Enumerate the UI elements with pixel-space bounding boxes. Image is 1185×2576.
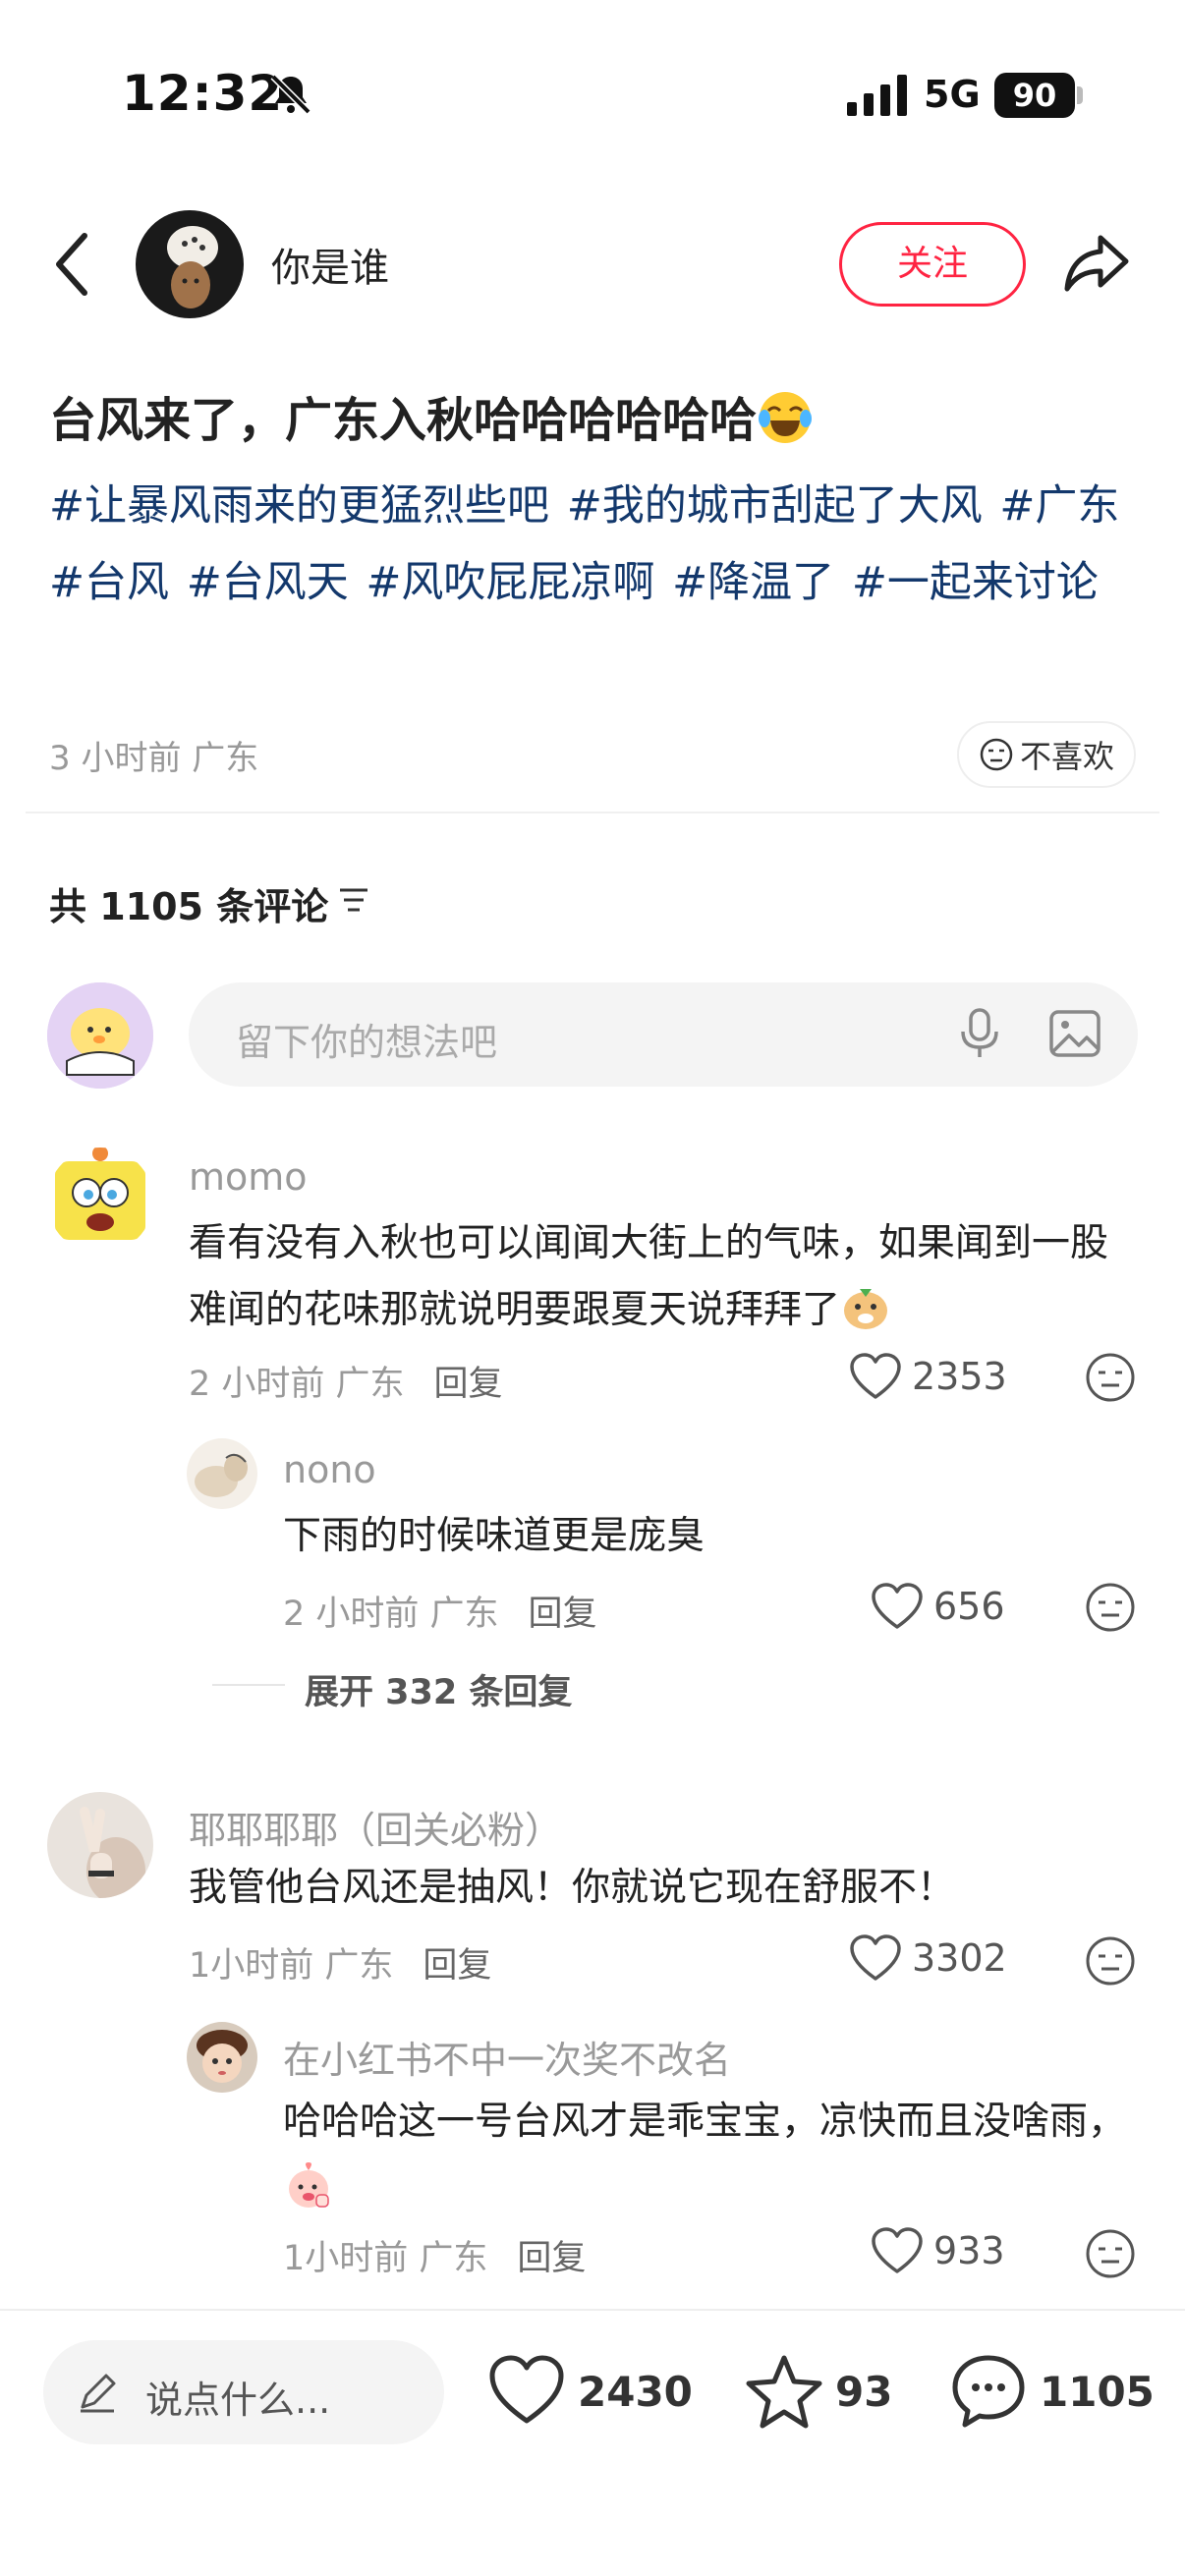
expand-divider	[212, 1684, 285, 1686]
heart-icon	[872, 1583, 923, 1629]
say-something-input[interactable]: 说点什么...	[43, 2340, 444, 2444]
reply-button[interactable]: 回复	[529, 1595, 597, 1634]
meh-face-icon	[980, 738, 1013, 771]
follow-button[interactable]: 关注	[839, 222, 1026, 307]
meh-face-icon[interactable]	[1085, 1352, 1136, 1403]
bottom-divider	[0, 2309, 1185, 2311]
like-count: 933	[933, 2229, 1005, 2272]
author-avatar[interactable]	[136, 210, 244, 318]
like-count: 656	[933, 1585, 1005, 1628]
pencil-icon	[81, 2374, 116, 2413]
post-like-button[interactable]: 2430	[487, 2352, 693, 2431]
reply-author[interactable]: 在小红书不中一次奖不改名	[283, 2030, 731, 2084]
comment-text: 看有没有入秋也可以闻闻大街上的气味，如果闻到一股难闻的花味那就说明要跟夏天说拜拜…	[189, 1210, 1142, 1344]
reply-text: 哈哈哈这一号台风才是乖宝宝，凉快而且没啥雨，	[283, 2089, 1138, 2222]
comment-meta: 2 小时前 广东 回复	[189, 1356, 503, 1406]
reply-author[interactable]: nono	[283, 1448, 376, 1491]
post-comment-button[interactable]: 1105	[949, 2352, 1155, 2431]
post-tags: #让暴风雨来的更猛烈些吧 #我的城市刮起了大风 #广东 #台风 #台风天 #风吹…	[49, 468, 1140, 621]
meh-face-icon[interactable]	[1085, 1935, 1136, 1987]
comment-time-location: 2 小时前 广东	[189, 1365, 405, 1404]
dislike-button[interactable]: 不喜欢	[957, 721, 1136, 788]
reply-text-body: 哈哈哈这一号台风才是乖宝宝，凉快而且没啥雨，	[283, 2100, 1127, 2144]
comment-author[interactable]: 耶耶耶耶（回关必粉）	[189, 1800, 562, 1854]
battery-icon: 90	[994, 73, 1075, 118]
post-like-count: 2430	[578, 2367, 693, 2416]
like-button[interactable]: 2353	[849, 1352, 1007, 1401]
heart-icon	[489, 2355, 564, 2424]
post-comment-count: 1105	[1040, 2367, 1155, 2416]
battery-tip	[1077, 86, 1083, 104]
tag-link[interactable]: #降温了	[672, 558, 834, 607]
meh-face-icon[interactable]	[1085, 1582, 1136, 1633]
meh-face-icon[interactable]	[1085, 2228, 1136, 2279]
status-time: 12:32	[122, 65, 284, 122]
post-title: 台风来了，广东入秋哈哈哈哈哈哈	[49, 381, 814, 450]
reply-avatar[interactable]	[187, 1438, 257, 1509]
reply-time-location: 1小时前 广东	[283, 2239, 488, 2278]
back-arrow-icon[interactable]	[51, 230, 92, 299]
peach-face-emoji-icon	[289, 2162, 329, 2208]
reply-meta: 1小时前 广东 回复	[283, 2230, 586, 2280]
like-count: 2353	[912, 1355, 1007, 1398]
like-button[interactable]: 3302	[849, 1933, 1007, 1983]
image-icon[interactable]	[1047, 1008, 1102, 1059]
post-collect-count: 93	[835, 2367, 893, 2416]
post-meta: 3 小时前 广东	[49, 739, 259, 778]
comment-meta: 1小时前 广东 回复	[189, 1937, 491, 1988]
tag-link[interactable]: #我的城市刮起了大风	[567, 481, 983, 531]
my-avatar	[47, 982, 153, 1089]
post-title-text: 台风来了，广东入秋哈哈哈哈哈哈	[49, 393, 758, 448]
tag-link[interactable]: #广东	[999, 481, 1119, 531]
comment-input-placeholder: 留下你的想法吧	[236, 1021, 498, 1064]
network-label: 5G	[924, 73, 981, 116]
tag-link[interactable]: #让暴风雨来的更猛烈些吧	[49, 481, 549, 531]
author-name[interactable]: 你是谁	[271, 236, 389, 293]
doge-emoji-icon	[844, 1289, 888, 1329]
heart-icon	[850, 1353, 901, 1399]
tag-link[interactable]: #台风天	[187, 558, 349, 607]
like-button[interactable]: 656	[871, 1582, 1005, 1631]
heart-icon	[872, 2227, 923, 2273]
comment-count: 共 1105 条评论	[49, 885, 329, 928]
sort-icon[interactable]	[336, 882, 371, 918]
comment-bubble-icon	[952, 2355, 1025, 2428]
reply-text: 下雨的时候味道更是庞臭	[283, 1514, 705, 1558]
bell-muted-icon	[270, 74, 311, 115]
comment-avatar[interactable]	[47, 1792, 153, 1898]
tag-link[interactable]: #一起来讨论	[852, 558, 1099, 607]
signal-icon	[847, 75, 907, 116]
comment-author[interactable]: momo	[189, 1155, 308, 1199]
share-icon[interactable]	[1061, 228, 1132, 299]
heart-icon	[850, 1934, 901, 1981]
say-something-label: 说点什么...	[145, 2379, 331, 2422]
microphone-icon[interactable]	[955, 1006, 1004, 1061]
reply-button[interactable]: 回复	[423, 1946, 491, 1986]
like-count: 3302	[912, 1936, 1007, 1980]
comment-text: 我管他台风还是抽风！你就说它现在舒服不！	[189, 1866, 956, 1910]
tag-link[interactable]: #台风	[49, 558, 169, 607]
laughing-tears-emoji-icon	[759, 392, 813, 443]
reply-time-location: 2 小时前 广东	[283, 1595, 499, 1634]
post-collect-button[interactable]: 93	[745, 2352, 892, 2431]
like-button[interactable]: 933	[871, 2226, 1005, 2275]
tag-link[interactable]: #风吹屁屁凉啊	[366, 558, 654, 607]
comment-time-location: 1小时前 广东	[189, 1946, 394, 1986]
comment-avatar[interactable]	[47, 1148, 153, 1254]
divider	[26, 812, 1159, 813]
comment-text-body: 看有没有入秋也可以闻闻大街上的气味，如果闻到一股难闻的花味那就说明要跟夏天说拜拜…	[189, 1221, 1109, 1332]
star-icon	[746, 2355, 822, 2429]
reply-button[interactable]: 回复	[517, 2239, 586, 2278]
expand-replies-button[interactable]: 展开 332 条回复	[305, 1664, 572, 1714]
dislike-label: 不喜欢	[1019, 738, 1114, 775]
reply-button[interactable]: 回复	[434, 1365, 503, 1404]
reply-meta: 2 小时前 广东 回复	[283, 1586, 597, 1636]
reply-avatar[interactable]	[187, 2022, 257, 2093]
